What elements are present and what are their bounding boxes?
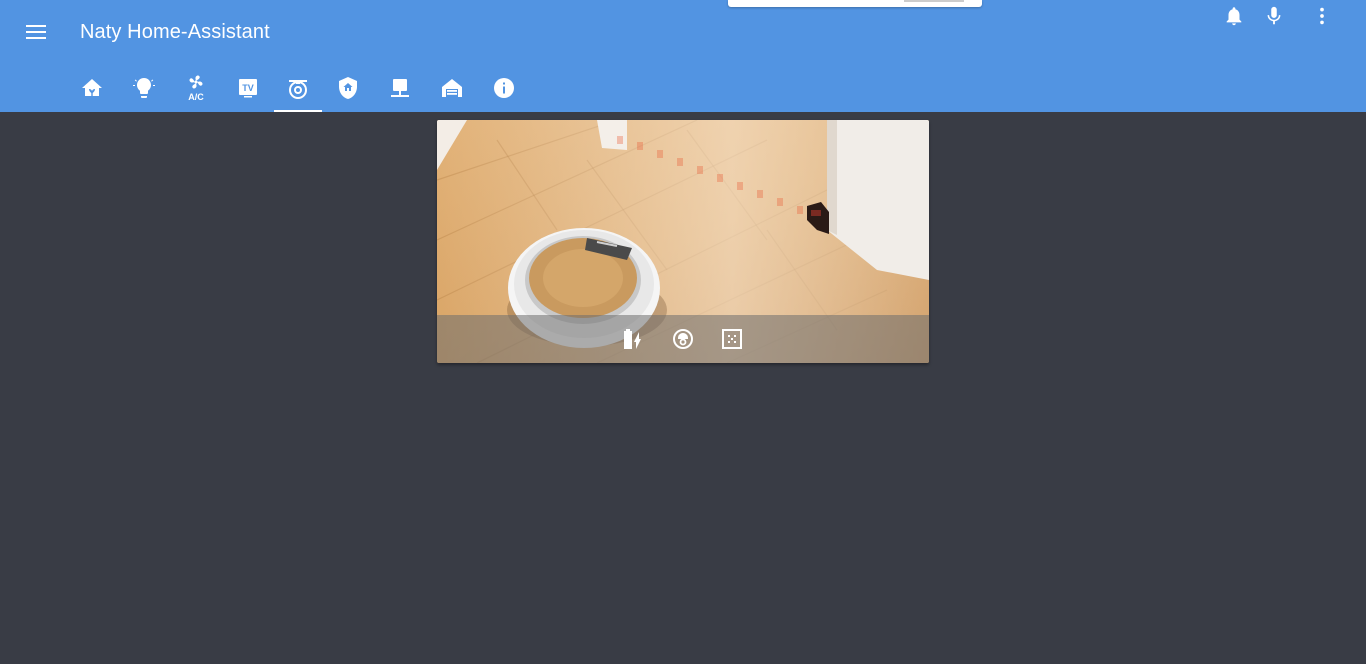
tab-lights[interactable]	[118, 64, 170, 112]
spot-clean-button[interactable]	[720, 327, 744, 351]
ac-label: A/C	[188, 92, 204, 101]
tv-icon: TV	[239, 79, 257, 98]
desk-lamp-icon	[391, 79, 409, 97]
tab-home[interactable]	[66, 64, 118, 112]
garage-icon	[442, 79, 462, 97]
voice-button[interactable]	[1258, 0, 1290, 32]
vacuum-card	[437, 120, 929, 363]
microphone-icon	[1267, 6, 1281, 25]
notification-popup	[728, 0, 982, 7]
tab-garage[interactable]	[426, 64, 478, 112]
notifications-button[interactable]	[1218, 0, 1250, 32]
tab-tv[interactable]: TV	[222, 64, 274, 112]
tab-vacuum[interactable]	[274, 64, 322, 112]
tab-security[interactable]	[322, 64, 374, 112]
more-vert-icon	[1320, 7, 1324, 25]
robot-vacuum-icon	[673, 329, 693, 349]
menu-button[interactable]	[20, 16, 52, 48]
menu-icon	[26, 25, 46, 39]
more-button[interactable]	[1306, 0, 1338, 32]
start-cleaning-button[interactable]	[671, 327, 695, 351]
app-toolbar: Naty Home-Assistant A/C TV	[0, 0, 1366, 112]
bell-icon	[1226, 7, 1242, 26]
battery-charging-icon	[624, 329, 641, 349]
shield-home-icon	[339, 77, 357, 99]
robot-vacuum-icon	[289, 80, 307, 99]
tab-desk[interactable]	[374, 64, 426, 112]
information-icon	[494, 78, 514, 98]
select-area-icon	[722, 329, 742, 349]
popup-button[interactable]	[904, 0, 964, 2]
fan-ac-icon: A/C	[188, 75, 204, 101]
tab-info[interactable]	[478, 64, 530, 112]
return-to-dock-button[interactable]	[621, 327, 645, 351]
lightbulb-icon	[133, 78, 155, 98]
home-plant-icon	[82, 79, 102, 96]
tab-ac[interactable]: A/C	[170, 64, 222, 112]
page-title: Naty Home-Assistant	[80, 21, 270, 43]
tv-label: TV	[242, 83, 254, 93]
vacuum-controls	[437, 315, 929, 363]
